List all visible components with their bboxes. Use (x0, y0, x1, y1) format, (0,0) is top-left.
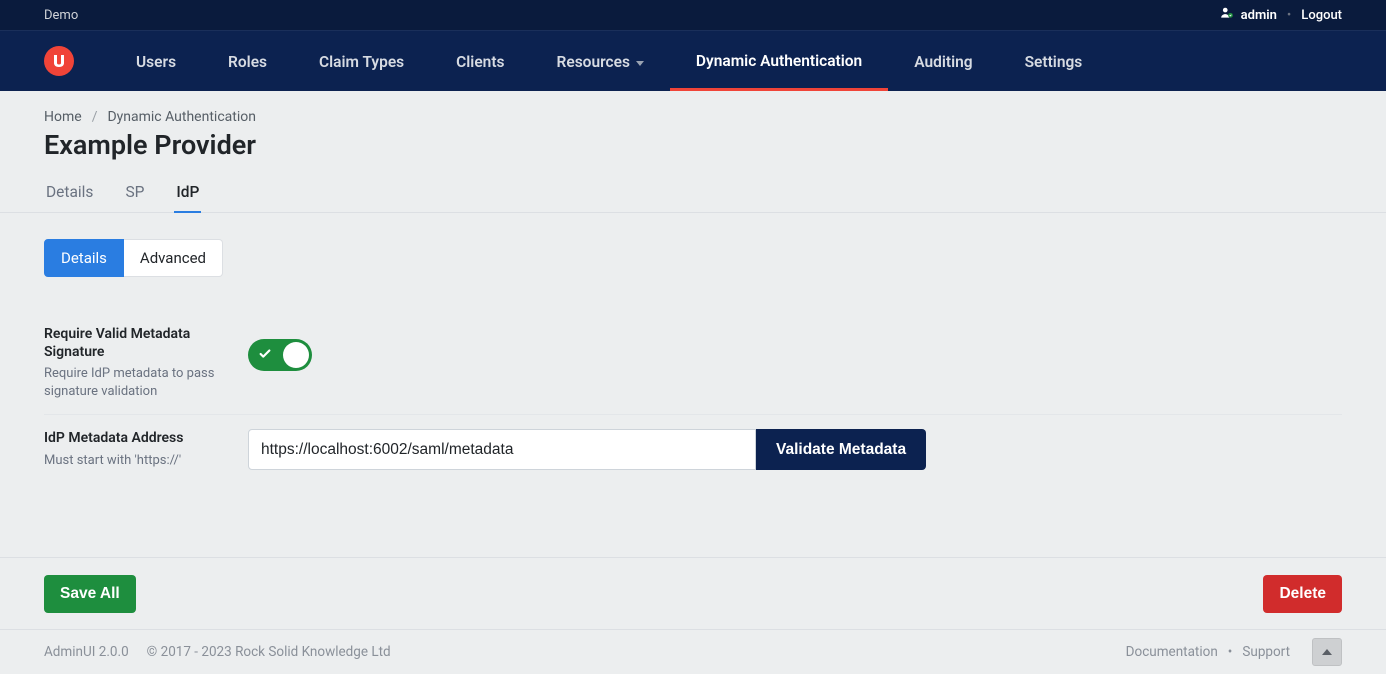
subtab-details[interactable]: Details (44, 239, 124, 277)
field-require-signature: Require Valid Metadata Signature Require… (44, 311, 1342, 415)
navbar: Users Roles Claim Types Clients Resource… (0, 30, 1386, 91)
breadcrumb: Home / Dynamic Authentication (44, 109, 1342, 125)
nav-resources[interactable]: Resources (531, 33, 670, 89)
scroll-to-top-button[interactable] (1312, 638, 1342, 666)
logo[interactable] (44, 46, 74, 76)
chevron-up-icon (1322, 649, 1332, 655)
footer-support[interactable]: Support (1242, 644, 1290, 660)
nav-claim-types[interactable]: Claim Types (293, 33, 430, 89)
current-user[interactable]: admin (1220, 6, 1277, 24)
tab-details[interactable]: Details (44, 175, 95, 212)
subtab-advanced[interactable]: Advanced (124, 239, 223, 277)
form: Require Valid Metadata Signature Require… (44, 311, 1342, 484)
idp-metadata-hint: Must start with 'https://' (44, 452, 228, 470)
breadcrumb-current: Dynamic Authentication (107, 109, 256, 125)
field-idp-metadata-address: IdP Metadata Address Must start with 'ht… (44, 415, 1342, 484)
footer-version: AdminUI 2.0.0 (44, 644, 129, 660)
nav-settings[interactable]: Settings (999, 33, 1109, 89)
require-signature-hint: Require IdP metadata to pass signature v… (44, 365, 228, 400)
user-icon (1220, 6, 1234, 24)
tab-idp[interactable]: IdP (174, 175, 201, 213)
user-label: admin (1241, 8, 1277, 23)
logout-link[interactable]: Logout (1301, 8, 1342, 23)
action-bar: Save All Delete (0, 557, 1386, 629)
breadcrumb-separator: / (92, 109, 98, 125)
subtab-group: Details Advanced (44, 239, 1342, 277)
breadcrumb-home[interactable]: Home (44, 109, 82, 125)
nav-clients[interactable]: Clients (430, 33, 530, 89)
require-signature-toggle[interactable] (248, 339, 312, 371)
idp-metadata-label: IdP Metadata Address (44, 429, 228, 447)
separator: • (1287, 8, 1291, 23)
page-title: Example Provider (44, 129, 1342, 161)
org-name: Demo (44, 8, 78, 23)
separator: • (1228, 644, 1233, 660)
toggle-knob (283, 342, 309, 368)
footer-documentation[interactable]: Documentation (1126, 644, 1218, 660)
nav-auditing[interactable]: Auditing (888, 33, 998, 89)
nav-users[interactable]: Users (110, 33, 202, 89)
topbar: Demo admin • Logout (0, 0, 1386, 30)
idp-metadata-input[interactable] (248, 429, 756, 470)
nav-resources-label: Resources (557, 53, 630, 71)
validate-metadata-button[interactable]: Validate Metadata (756, 429, 926, 470)
delete-button[interactable]: Delete (1263, 575, 1342, 613)
footer-copyright: © 2017 - 2023 Rock Solid Knowledge Ltd (147, 644, 391, 660)
save-all-button[interactable]: Save All (44, 575, 136, 613)
footer: AdminUI 2.0.0 © 2017 - 2023 Rock Solid K… (0, 629, 1386, 674)
tabs: Details SP IdP (0, 175, 1386, 213)
check-icon (258, 347, 272, 365)
nav-dynamic-authentication[interactable]: Dynamic Authentication (670, 32, 888, 91)
content: Home / Dynamic Authentication Example Pr… (0, 91, 1386, 484)
chevron-down-icon (636, 61, 644, 66)
nav-roles[interactable]: Roles (202, 33, 293, 89)
tab-sp[interactable]: SP (123, 175, 146, 212)
require-signature-label: Require Valid Metadata Signature (44, 325, 228, 361)
